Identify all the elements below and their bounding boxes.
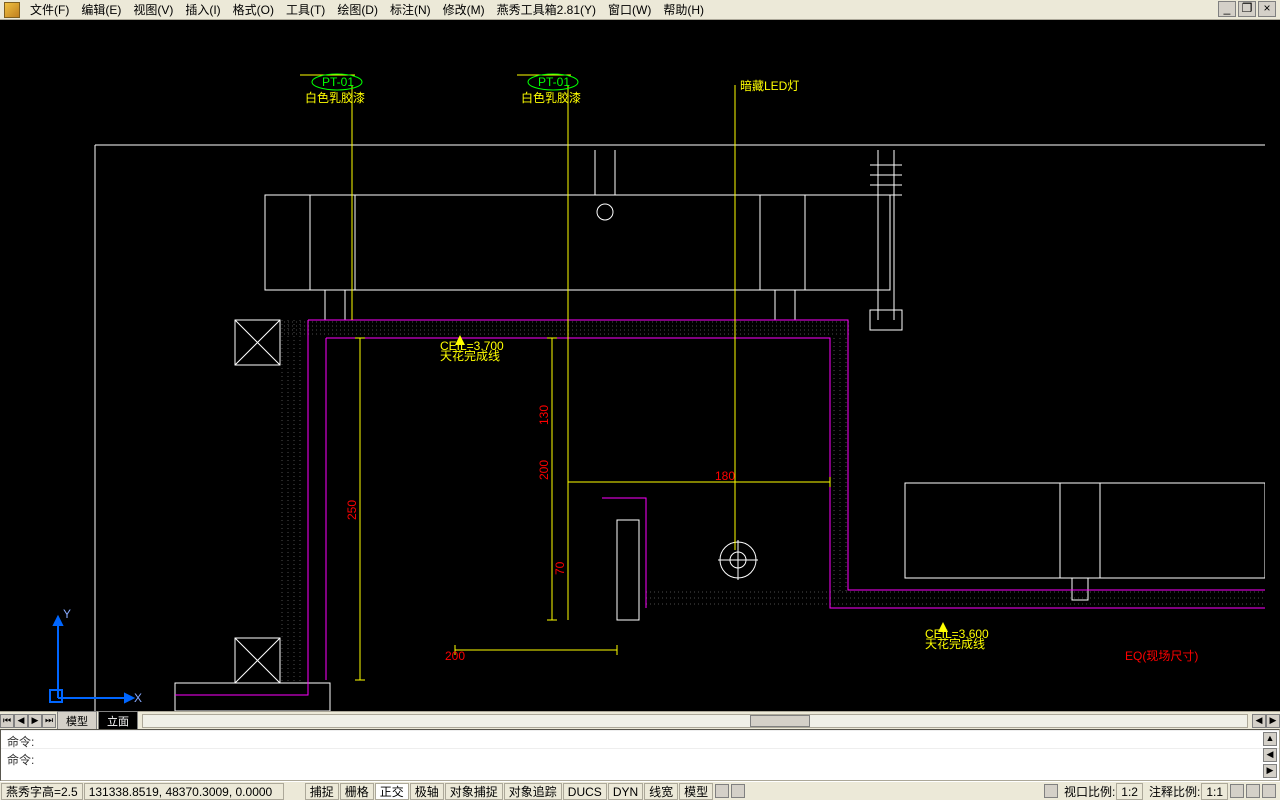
toggle-grid[interactable]: 栅格 (340, 783, 374, 800)
svg-text:250: 250 (345, 500, 359, 520)
toggle-osnap[interactable]: 对象捕捉 (445, 783, 503, 800)
status-bar: 燕秀字高=2.5 131338.8519, 48370.3009, 0.0000… (0, 781, 1280, 800)
command-history-line: 命令: (1, 730, 1279, 748)
menu-bar: 文件(F) 编辑(E) 视图(V) 插入(I) 格式(O) 工具(T) 绘图(D… (0, 0, 1280, 20)
svg-text:PT-01: PT-01 (322, 75, 354, 89)
ucs-icon: Y X (50, 607, 142, 705)
cmd-scroll-up[interactable]: ▲ (1263, 732, 1277, 746)
svg-text:70: 70 (553, 561, 567, 575)
svg-text:X: X (134, 691, 142, 705)
tab-next-button[interactable]: ▶ (28, 714, 42, 728)
drawing-canvas[interactable]: 250 130 200 70 180 200 EQ(现场尺寸) PT-01 PT… (0, 20, 1280, 711)
h-scrollbar[interactable] (142, 714, 1248, 728)
command-window[interactable]: 命令: 命令: ▲ ◀ ▶ (0, 729, 1280, 781)
svg-text:200: 200 (445, 649, 465, 663)
menu-file[interactable]: 文件(F) (24, 0, 75, 20)
tab-layout[interactable]: 立面 (98, 711, 138, 731)
menu-help[interactable]: 帮助(H) (657, 0, 710, 20)
tab-prev-button[interactable]: ◀ (14, 714, 28, 728)
toggle-lwt[interactable]: 线宽 (644, 783, 678, 800)
status-coords: 131338.8519, 48370.3009, 0.0000 (84, 783, 284, 800)
ann-auto-icon[interactable] (1246, 784, 1260, 798)
lock-icon[interactable] (1044, 784, 1058, 798)
svg-text:白色乳胶漆: 白色乳胶漆 (521, 90, 581, 105)
menu-dim[interactable]: 标注(N) (384, 0, 437, 20)
vp-scale-label: 视口比例: (1064, 783, 1115, 800)
status-textheight: 燕秀字高=2.5 (1, 783, 83, 800)
ann-scale-label: 注释比例: (1149, 783, 1200, 800)
svg-text:EQ(现场尺寸): EQ(现场尺寸) (1125, 649, 1198, 663)
status-tray-icon[interactable] (1262, 784, 1276, 798)
menu-format[interactable]: 格式(O) (227, 0, 280, 20)
tab-first-button[interactable]: ⏮ (0, 714, 14, 728)
menu-view[interactable]: 视图(V) (127, 0, 179, 20)
svg-text:PT-01: PT-01 (538, 75, 570, 89)
status-icon-1[interactable] (715, 784, 729, 798)
svg-text:180: 180 (715, 469, 735, 483)
menu-window[interactable]: 窗口(W) (602, 0, 657, 20)
menu-yanxiu[interactable]: 燕秀工具箱2.81(Y) (491, 0, 602, 20)
svg-text:200: 200 (537, 460, 551, 480)
tab-model[interactable]: 模型 (57, 711, 97, 731)
layout-tab-bar: ⏮ ◀ ▶ ⏭ 模型 立面 ◀ ▶ (0, 711, 1280, 729)
toggle-otrack[interactable]: 对象追踪 (504, 783, 562, 800)
close-button[interactable]: × (1258, 1, 1276, 17)
command-input[interactable]: 命令: (1, 748, 1279, 780)
svg-text:天花完成线: 天花完成线 (440, 348, 500, 363)
menu-edit[interactable]: 编辑(E) (75, 0, 127, 20)
menu-tools[interactable]: 工具(T) (280, 0, 331, 20)
menu-draw[interactable]: 绘图(D) (331, 0, 384, 20)
scroll-left-button[interactable]: ◀ (1252, 714, 1266, 728)
toggle-model[interactable]: 模型 (679, 783, 713, 800)
svg-text:天花完成线: 天花完成线 (925, 636, 985, 651)
tab-last-button[interactable]: ⏭ (42, 714, 56, 728)
minimize-button[interactable]: _ (1218, 1, 1236, 17)
cmd-scroll-left[interactable]: ◀ (1263, 748, 1277, 762)
scroll-right-button[interactable]: ▶ (1266, 714, 1280, 728)
toggle-ducs[interactable]: DUCS (563, 783, 607, 800)
ann-scale-value[interactable]: 1:1 (1201, 783, 1228, 800)
restore-button[interactable]: ❐ (1238, 1, 1256, 17)
toggle-dyn[interactable]: DYN (608, 783, 643, 800)
toggle-polar[interactable]: 极轴 (410, 783, 444, 800)
menu-modify[interactable]: 修改(M) (437, 0, 491, 20)
app-icon (4, 2, 20, 18)
svg-text:Y: Y (63, 607, 71, 621)
svg-text:白色乳胶漆: 白色乳胶漆 (305, 90, 365, 105)
status-icon-2[interactable] (731, 784, 745, 798)
ann-vis-icon[interactable] (1230, 784, 1244, 798)
toggle-ortho[interactable]: 正交 (375, 783, 409, 800)
menu-insert[interactable]: 插入(I) (179, 0, 226, 20)
cad-drawing: 250 130 200 70 180 200 EQ(现场尺寸) PT-01 PT… (0, 20, 1265, 711)
cmd-scroll-right[interactable]: ▶ (1263, 764, 1277, 778)
toggle-snap[interactable]: 捕捉 (305, 783, 339, 800)
vp-scale-value[interactable]: 1:2 (1116, 783, 1143, 800)
svg-text:130: 130 (537, 405, 551, 425)
svg-text:暗藏LED灯: 暗藏LED灯 (740, 78, 799, 93)
